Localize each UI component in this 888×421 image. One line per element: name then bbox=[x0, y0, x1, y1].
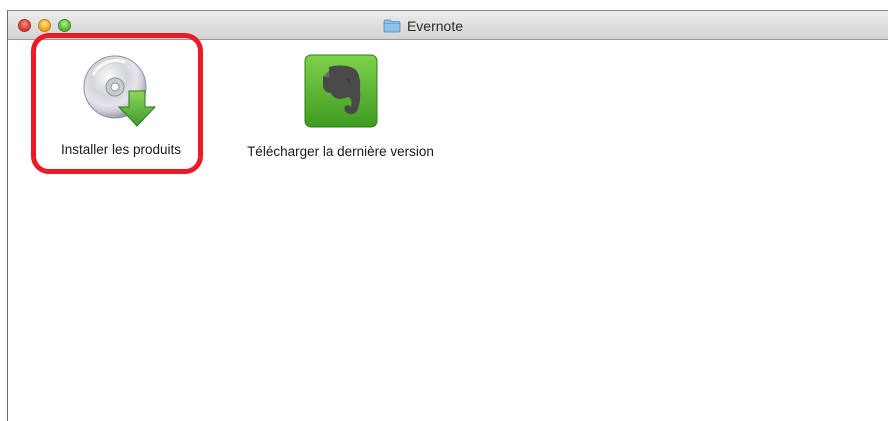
download-latest-item[interactable]: Télécharger la dernière version bbox=[243, 53, 438, 161]
evernote-app-icon bbox=[304, 54, 377, 128]
folder-icon bbox=[383, 19, 401, 33]
window-title: Evernote bbox=[406, 18, 464, 34]
download-latest-label: Télécharger la dernière version bbox=[247, 144, 434, 159]
highlight-annotation bbox=[31, 33, 203, 174]
